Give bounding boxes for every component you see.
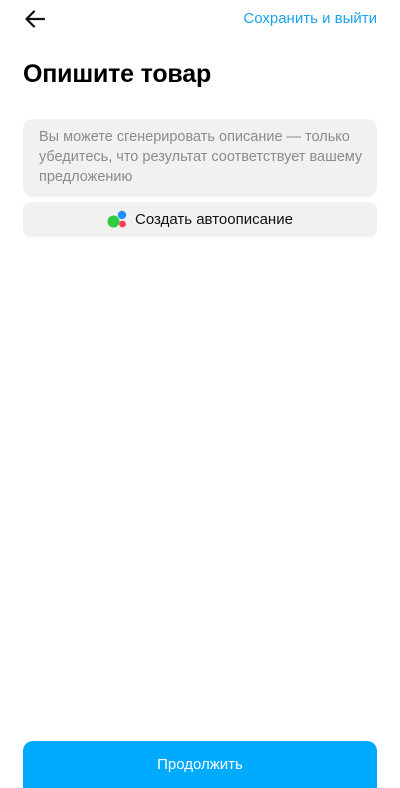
- auto-description-label: Создать автоописание: [135, 211, 293, 228]
- top-bar: Сохранить и выйти: [0, 0, 400, 38]
- screen: Сохранить и выйти Опишите товар Вы может…: [0, 0, 400, 788]
- back-button[interactable]: [20, 5, 50, 33]
- description-field[interactable]: Вы можете сгенерировать описание — тольк…: [23, 119, 377, 197]
- continue-label: Продолжить: [157, 756, 243, 773]
- auto-description-button[interactable]: Создать автоописание: [23, 202, 377, 237]
- arrow-left-icon: [25, 10, 45, 28]
- save-and-exit-link[interactable]: Сохранить и выйти: [243, 10, 377, 27]
- page-title: Опишите товар: [23, 60, 212, 88]
- description-placeholder: Вы можете сгенерировать описание — тольк…: [39, 129, 363, 185]
- green-dot: [107, 215, 120, 228]
- blue-dot: [117, 210, 127, 220]
- continue-button[interactable]: Продолжить: [23, 741, 377, 788]
- colored-dots-icon: [107, 210, 127, 228]
- red-dot: [119, 220, 126, 228]
